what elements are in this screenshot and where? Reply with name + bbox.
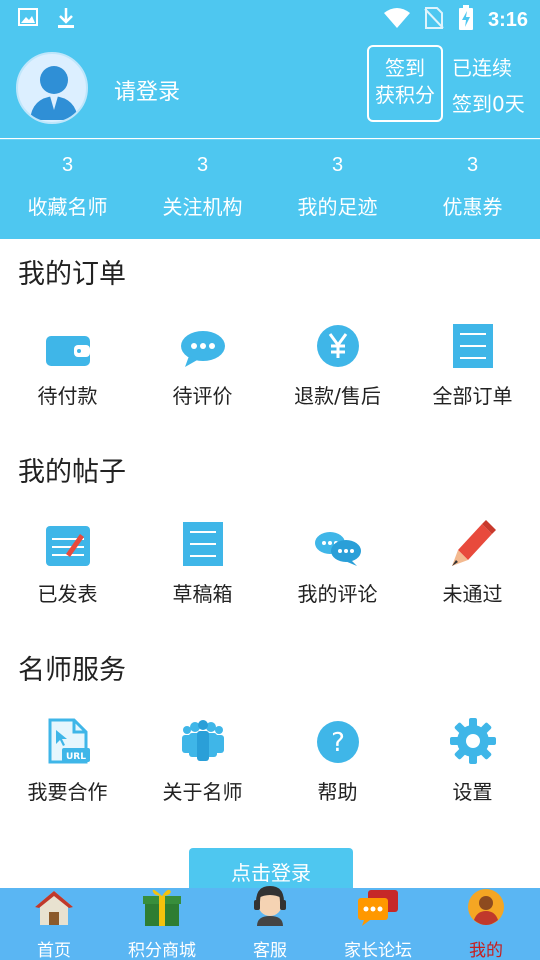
- stat-count: 3: [61, 154, 74, 176]
- service-help[interactable]: ? 帮助: [270, 720, 405, 805]
- headset-agent-icon: [251, 885, 289, 930]
- order-label: 待付款: [37, 384, 98, 408]
- order-label: 退款/售后: [294, 384, 381, 408]
- order-label: 待评价: [172, 384, 233, 408]
- post-rejected[interactable]: 未通过: [405, 520, 540, 607]
- post-label: 已发表: [37, 582, 98, 606]
- stat-count: 3: [466, 154, 479, 176]
- service-about-teachers[interactable]: 关于名师: [135, 720, 270, 805]
- forum-chat-icon: [358, 890, 398, 930]
- order-refund-aftersale[interactable]: 退款/售后: [270, 324, 405, 409]
- tab-points-mall[interactable]: 积分商城: [108, 888, 216, 960]
- earn-points-label: 获积分: [375, 83, 435, 107]
- user-silhouette-icon: [30, 66, 78, 120]
- stat-count: 3: [196, 154, 209, 176]
- battery-charging-icon: [458, 5, 474, 35]
- stats-row: 3 收藏名师 3 关注机构 3 我的足迹 3 优惠券: [0, 139, 540, 239]
- chat-bubble-icon: [180, 330, 225, 372]
- profile-header: 请登录 签到 获积分 已连续 签到0天: [0, 38, 540, 138]
- tab-mine[interactable]: 我的: [432, 888, 540, 960]
- post-my-comments[interactable]: 我的评论: [270, 524, 405, 607]
- order-pending-review[interactable]: 待评价: [135, 326, 270, 409]
- group-people-icon: [179, 720, 227, 768]
- tab-label: 客服: [253, 941, 287, 960]
- post-published[interactable]: 已发表: [0, 524, 135, 607]
- sign-streak: 已连续 签到0天: [452, 50, 525, 122]
- tab-customer-service[interactable]: 客服: [216, 885, 324, 960]
- stat-followed-institutions[interactable]: 3 关注机构: [135, 140, 270, 239]
- clock-time: 3:16: [487, 8, 528, 31]
- post-label: 未通过: [442, 582, 503, 606]
- stat-coupons[interactable]: 3 优惠券: [405, 140, 540, 239]
- house-icon: [34, 890, 74, 930]
- tab-parent-forum[interactable]: 家长论坛: [324, 888, 432, 960]
- stat-my-footprints[interactable]: 3 我的足迹: [270, 140, 405, 239]
- login-prompt-link[interactable]: 请登录: [114, 74, 180, 106]
- notepad-edit-icon: [45, 524, 90, 570]
- stat-label: 收藏名师: [27, 195, 108, 219]
- status-bar: 3:16: [0, 0, 540, 38]
- no-sim-icon: [424, 6, 444, 34]
- post-label: 草稿箱: [172, 582, 233, 606]
- orders-section-title: 我的订单: [18, 259, 126, 290]
- gear-icon: [449, 718, 496, 768]
- image-notification-icon: [18, 7, 38, 33]
- service-label: 帮助: [317, 780, 358, 804]
- sign-in-button[interactable]: 签到 获积分: [367, 45, 443, 122]
- pencil-icon: [450, 520, 496, 570]
- document-list-icon: [182, 522, 223, 570]
- orders-grid: 待付款 待评价 退款/售后 全部订单: [0, 324, 540, 409]
- stat-count: 3: [331, 154, 344, 176]
- service-cooperate[interactable]: URL 我要合作: [0, 718, 135, 805]
- order-pending-payment[interactable]: 待付款: [0, 326, 135, 409]
- svg-text:URL: URL: [66, 752, 86, 762]
- stat-favorite-teachers[interactable]: 3 收藏名师: [0, 140, 135, 239]
- stat-label: 优惠券: [442, 195, 503, 219]
- post-label: 我的评论: [297, 582, 378, 606]
- yen-coin-icon: [316, 324, 360, 372]
- sign-in-label: 签到: [385, 56, 425, 80]
- services-grid: URL 我要合作 关于名师 ? 帮助 设置: [0, 718, 540, 805]
- order-label: 全部订单: [432, 384, 513, 408]
- order-all[interactable]: 全部订单: [405, 324, 540, 409]
- wifi-icon: [383, 7, 410, 33]
- gift-box-icon: [143, 886, 181, 930]
- service-settings[interactable]: 设置: [405, 718, 540, 805]
- posts-section-title: 我的帖子: [18, 457, 126, 488]
- tab-label: 积分商城: [128, 941, 196, 960]
- service-label: 设置: [452, 780, 493, 804]
- tab-label: 我的: [469, 941, 503, 960]
- service-label: 我要合作: [27, 780, 108, 804]
- tab-label: 家长论坛: [344, 941, 412, 960]
- svg-text:?: ?: [331, 728, 345, 758]
- download-icon: [56, 7, 76, 33]
- services-section-title: 名师服务: [18, 655, 126, 686]
- posts-grid: 已发表 草稿箱 我的评论 未通过: [0, 520, 540, 607]
- wallet-icon: [45, 334, 90, 372]
- service-label: 关于名师: [162, 780, 243, 804]
- streak-label: 已连续: [452, 56, 512, 80]
- avatar[interactable]: [16, 52, 88, 124]
- bottom-tab-bar: 首页 积分商城 客服 家长论坛 我的: [0, 885, 540, 960]
- question-mark-icon: ?: [316, 720, 360, 768]
- tab-label: 首页: [37, 941, 71, 960]
- comments-icon: [314, 530, 361, 570]
- document-list-icon: [452, 324, 493, 372]
- stat-label: 我的足迹: [297, 195, 378, 219]
- url-file-icon: URL: [46, 718, 90, 768]
- user-profile-icon: [467, 888, 505, 930]
- post-drafts[interactable]: 草稿箱: [135, 522, 270, 607]
- tab-home[interactable]: 首页: [0, 888, 108, 960]
- streak-days: 签到0天: [452, 92, 525, 116]
- stat-label: 关注机构: [162, 195, 243, 219]
